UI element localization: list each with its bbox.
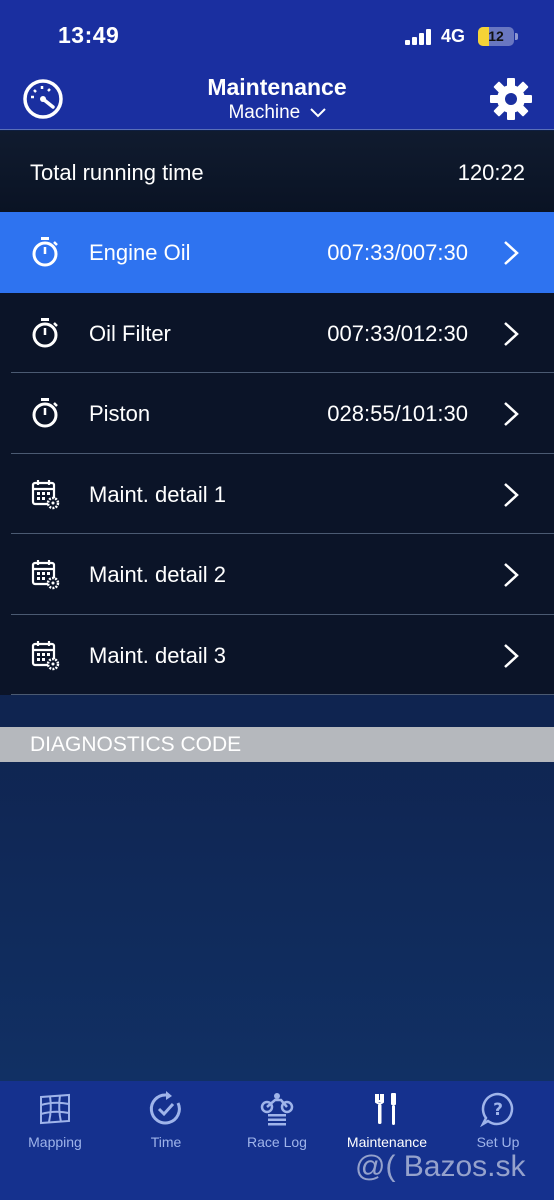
signal-icon xyxy=(405,29,433,45)
help-bubble-icon: ? xyxy=(480,1092,514,1127)
clock-check-icon xyxy=(149,1091,181,1125)
item-label: Engine Oil xyxy=(89,240,191,265)
diagnostics-section-header: DIAGNOSTICS CODE xyxy=(0,727,554,762)
calendar-gear-icon xyxy=(31,560,60,590)
chevron-right-icon xyxy=(504,402,519,426)
list-item-maint-detail-2[interactable]: Maint. detail 2 xyxy=(0,534,554,615)
calendar-gear-icon xyxy=(31,640,60,670)
machine-selector[interactable]: Machine xyxy=(0,102,554,124)
calendar-gear-icon xyxy=(31,479,60,509)
list-item-engine-oil[interactable]: Engine Oil 007:33/007:30 xyxy=(0,212,554,293)
tab-mapping[interactable]: Mapping xyxy=(0,1081,110,1161)
map-grid-icon xyxy=(40,1093,70,1125)
total-running-time: Total running time 120:22 xyxy=(0,131,554,212)
total-running-value: 120:22 xyxy=(457,160,525,185)
machine-selector-label: Machine xyxy=(228,102,301,123)
item-value: 007:33/012:30 xyxy=(327,320,468,346)
maintenance-screen: 13:49 4G 12 Maintenance Machine Total ru… xyxy=(0,0,554,1200)
item-label: Maint. detail 1 xyxy=(89,481,226,507)
list-item-maint-detail-3[interactable]: Maint. detail 3 xyxy=(0,614,554,695)
tab-set-up[interactable]: ? Set Up xyxy=(443,1081,553,1161)
tab-race-log[interactable]: Race Log xyxy=(222,1081,332,1161)
svg-text:?: ? xyxy=(493,1100,503,1120)
tools-icon xyxy=(375,1093,396,1125)
status-bar: 13:49 4G 12 xyxy=(0,0,554,70)
diagnostics-label: DIAGNOSTICS CODE xyxy=(30,733,242,756)
total-running-label: Total running time xyxy=(30,160,204,185)
gear-icon[interactable] xyxy=(488,76,534,122)
item-label: Maint. detail 2 xyxy=(89,562,226,587)
list-item-piston[interactable]: Piston 028:55/101:30 xyxy=(0,373,554,454)
item-label: Piston xyxy=(89,401,151,426)
item-value: 007:33/007:30 xyxy=(327,240,468,265)
stopwatch-icon xyxy=(32,317,58,347)
stopwatch-icon xyxy=(32,237,58,267)
chevron-right-icon xyxy=(504,643,519,668)
chevron-down-icon xyxy=(309,108,326,118)
battery-icon: 12 xyxy=(478,27,514,46)
tab-maintenance[interactable]: Maintenance xyxy=(332,1081,442,1161)
chevron-right-icon xyxy=(504,482,519,507)
tab-label: Set Up xyxy=(476,1134,520,1150)
stopwatch-icon xyxy=(32,398,58,428)
tab-label: Mapping xyxy=(28,1134,82,1150)
network-type: 4G xyxy=(441,26,466,46)
tab-time[interactable]: Time xyxy=(111,1081,221,1161)
page-title: Maintenance xyxy=(207,74,347,100)
item-label: Maint. detail 3 xyxy=(89,642,226,668)
battery-level: 12 xyxy=(488,28,504,44)
maintenance-list: Engine Oil 007:33/007:30 Oil Filter 007:… xyxy=(0,212,554,695)
chevron-right-icon xyxy=(504,321,519,346)
list-item-oil-filter[interactable]: Oil Filter 007:33/012:30 xyxy=(0,292,554,373)
status-time: 13:49 xyxy=(58,22,120,48)
tab-label: Time xyxy=(150,1134,182,1150)
tab-label: Race Log xyxy=(247,1134,307,1150)
tab-label: Maintenance xyxy=(346,1134,428,1150)
watermark: @( Bazos.sk xyxy=(355,1150,526,1183)
chevron-right-icon xyxy=(504,241,519,265)
item-label: Oil Filter xyxy=(89,320,171,346)
motorbike-icon xyxy=(260,1093,294,1126)
list-item-maint-detail-1[interactable]: Maint. detail 1 xyxy=(0,453,554,534)
app-header: Maintenance Machine xyxy=(0,70,554,130)
item-value: 028:55/101:30 xyxy=(327,401,468,426)
chevron-right-icon xyxy=(504,563,519,587)
